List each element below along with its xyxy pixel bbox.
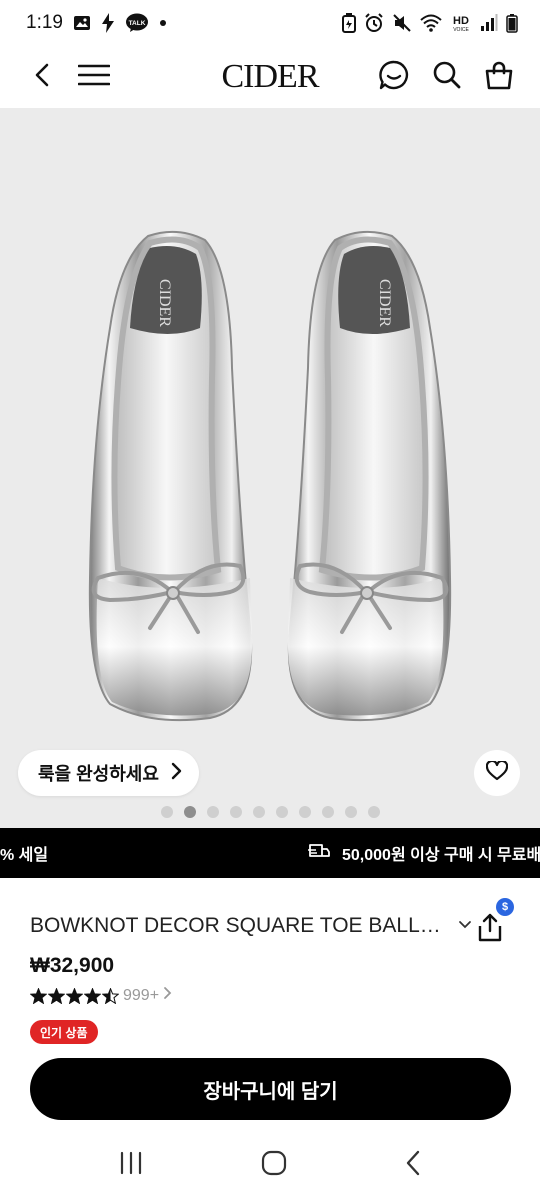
complete-the-look-button[interactable]: 룩을 완성하세요 (18, 750, 199, 796)
star-icon (48, 987, 65, 1004)
product-image: CIDER CIDER (88, 230, 452, 722)
product-image-carousel[interactable]: CIDER CIDER 룩을 완성하세요 (0, 108, 540, 828)
carousel-dot[interactable] (275, 806, 288, 818)
product-rating[interactable]: 999+ (30, 986, 173, 1005)
share-reward-badge: $ (496, 898, 514, 916)
kakaotalk-label: TALK (129, 20, 146, 27)
carousel-dot[interactable] (321, 806, 334, 818)
shopping-bag-icon[interactable] (484, 60, 514, 95)
hd-voice-icon: HD VOICE (450, 13, 472, 33)
carousel-dots (0, 806, 540, 818)
left-shoe: CIDER (88, 230, 253, 722)
complete-the-look-label: 룩을 완성하세요 (38, 764, 159, 784)
gallery-icon (73, 15, 91, 31)
system-nav-bar (0, 1130, 540, 1200)
status-bar: 1:19 TALK HD VOICE (0, 0, 540, 46)
home-icon[interactable] (261, 1150, 287, 1181)
delivery-truck-icon (308, 843, 330, 864)
voice-label: VOICE (453, 27, 469, 33)
back-icon[interactable] (30, 62, 56, 93)
carousel-dot[interactable] (344, 806, 357, 818)
wifi-icon (420, 14, 442, 32)
flash-icon (101, 13, 115, 33)
app-header: CIDER (0, 46, 540, 108)
battery-icon (506, 13, 518, 33)
promo-shipping-text: 50,000원 이상 구매 시 무료배송 (342, 847, 540, 864)
brand-logo[interactable]: CIDER (222, 58, 320, 96)
heart-icon (485, 759, 509, 786)
chat-icon[interactable] (378, 59, 410, 96)
star-icon (102, 987, 119, 1004)
carousel-dot[interactable] (183, 806, 196, 818)
mute-icon (392, 13, 412, 33)
status-time: 1:19 (26, 12, 63, 33)
signal-icon (480, 14, 498, 32)
hd-label: HD (453, 15, 469, 27)
wishlist-button[interactable] (474, 750, 520, 796)
product-price: ₩32,900 (30, 954, 115, 977)
chevron-right-icon (163, 986, 173, 1005)
notification-dot-icon (159, 19, 167, 27)
star-icon (30, 987, 47, 1004)
recent-apps-icon[interactable] (118, 1151, 144, 1180)
share-button[interactable]: $ (474, 898, 514, 948)
kakaotalk-icon: TALK (125, 13, 149, 33)
chevron-down-icon[interactable] (458, 917, 472, 935)
right-shoe: CIDER (287, 230, 452, 722)
search-icon[interactable] (432, 60, 462, 95)
svg-text:CIDER: CIDER (376, 279, 393, 327)
battery-saver-icon (342, 13, 356, 33)
star-icon (84, 987, 101, 1004)
review-count: 999+ (123, 986, 160, 1004)
promo-sale-text: % 세일 (0, 847, 49, 864)
rating-stars (30, 987, 119, 1004)
svg-text:CIDER: CIDER (156, 279, 173, 327)
carousel-dot[interactable] (298, 806, 311, 818)
carousel-dot[interactable] (252, 806, 265, 818)
alarm-icon (364, 13, 384, 33)
star-icon (66, 987, 83, 1004)
add-to-cart-button[interactable]: 장바구니에 담기 (30, 1058, 511, 1120)
popular-badge: 인기 상품 (30, 1020, 98, 1044)
carousel-dot[interactable] (206, 806, 219, 818)
carousel-dot[interactable] (367, 806, 380, 818)
share-icon (478, 913, 502, 942)
promo-ticker[interactable]: % 세일 50,000원 이상 구매 시 무료배송 (0, 828, 540, 878)
carousel-dot[interactable] (160, 806, 173, 818)
carousel-dot[interactable] (229, 806, 242, 818)
menu-icon[interactable] (77, 63, 111, 92)
product-title[interactable]: BOWKNOT DECOR SQUARE TOE BALLET FLATS (30, 914, 450, 938)
chevron-right-icon (169, 762, 183, 785)
system-back-icon[interactable] (404, 1150, 422, 1181)
